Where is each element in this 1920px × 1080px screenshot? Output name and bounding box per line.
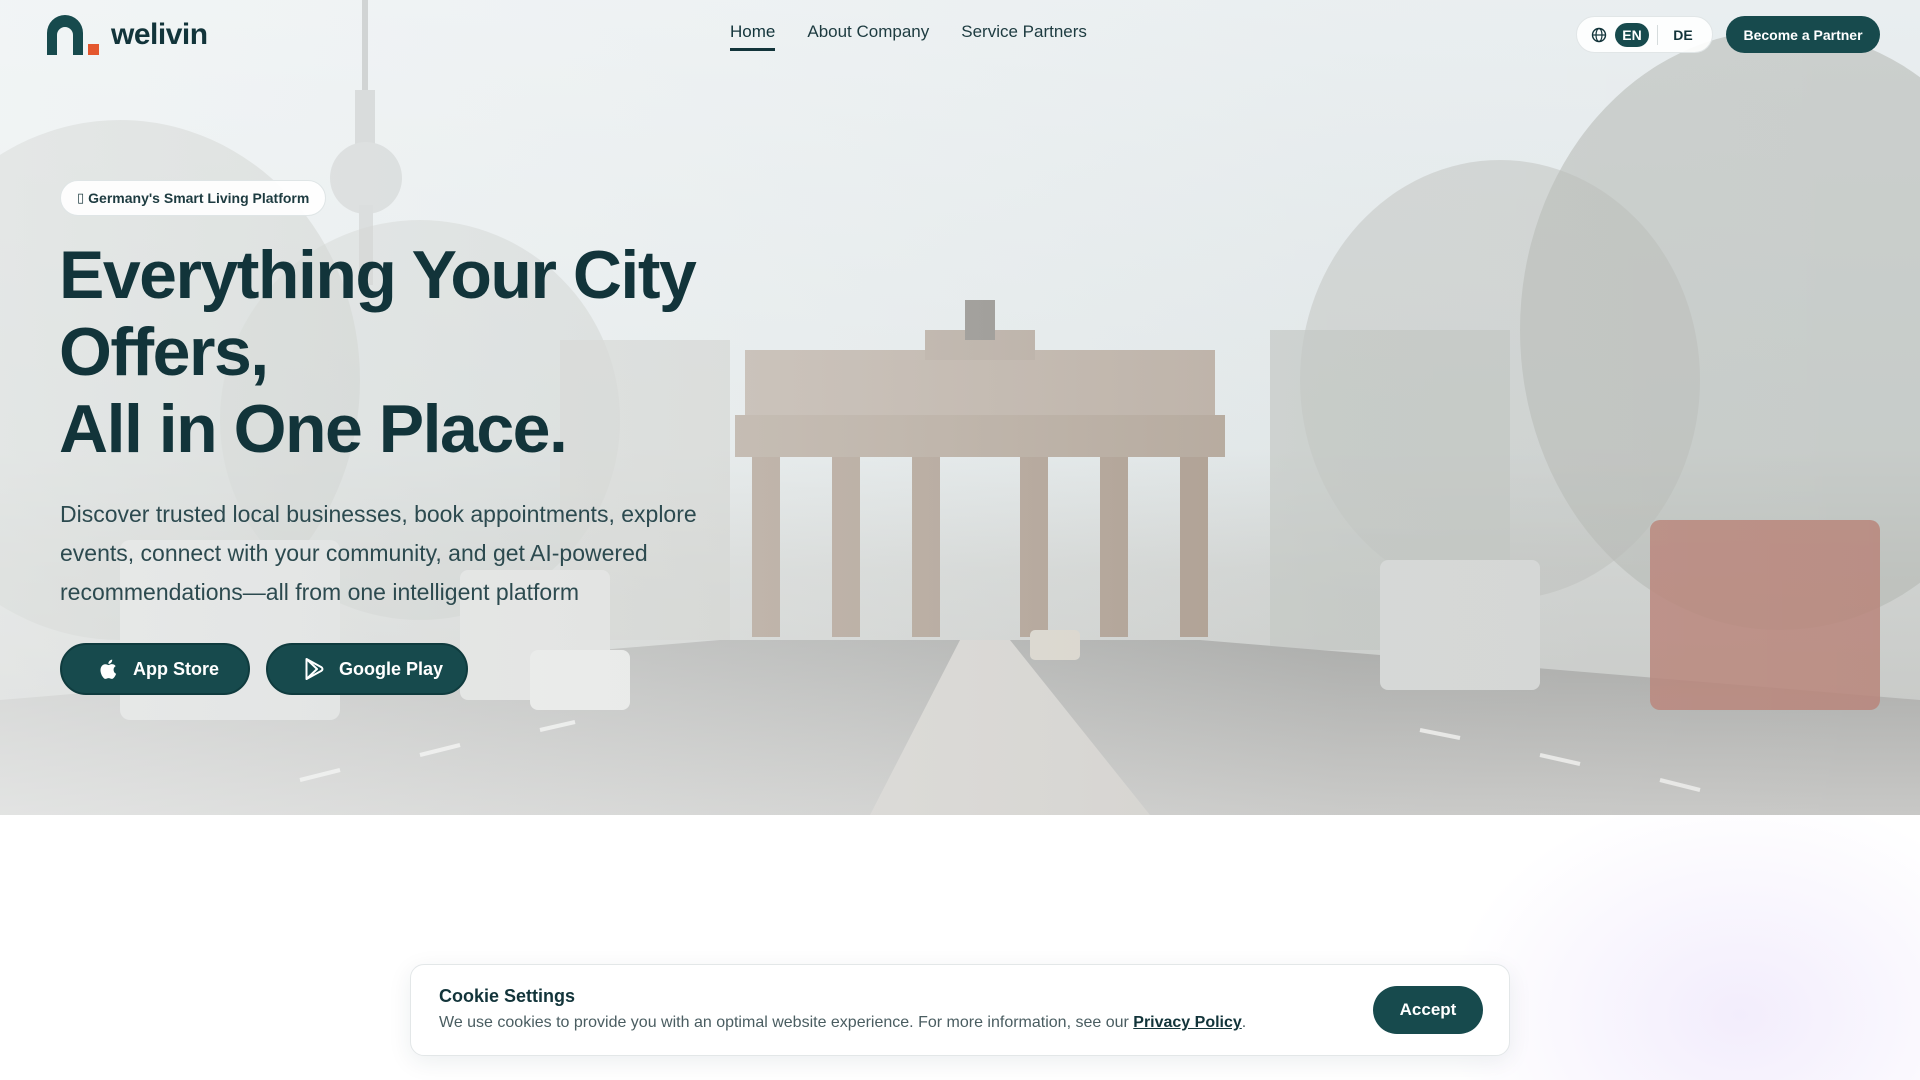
google-play-icon <box>305 658 324 680</box>
language-option-de[interactable]: DE <box>1666 23 1700 47</box>
google-play-button[interactable]: Google Play <box>266 643 468 695</box>
cookie-message-end: . <box>1241 1014 1247 1031</box>
hero-badge: ▯ Germany's Smart Living Platform <box>60 180 327 216</box>
hero-headline-line-2: Offers, <box>59 314 269 390</box>
nav-service-partners[interactable]: Service Partners <box>961 22 1087 51</box>
app-store-button[interactable]: App Store <box>60 643 250 695</box>
language-switcher: EN DE <box>1576 16 1713 53</box>
hero-headline-line-3: All in One Place. <box>59 391 568 467</box>
language-divider <box>1657 24 1658 45</box>
google-play-label: Google Play <box>339 658 444 679</box>
brand-logo[interactable]: welivin <box>47 15 208 55</box>
welivin-logo-icon <box>47 15 99 55</box>
app-store-label: App Store <box>133 658 220 679</box>
hero-headline: Everything Your City Offers, All in One … <box>59 237 779 468</box>
privacy-policy-link[interactable]: Privacy Policy <box>1133 1014 1242 1031</box>
badge-glyph-icon: ▯ <box>77 190 85 205</box>
nav-home[interactable]: Home <box>730 22 776 51</box>
become-partner-button[interactable]: Become a Partner <box>1726 16 1880 53</box>
hero-badge-text: Germany's Smart Living Platform <box>88 190 310 206</box>
cookie-accept-button[interactable]: Accept <box>1373 986 1483 1034</box>
hero-subcopy: Discover trusted local businesses, book … <box>60 501 697 605</box>
globe-icon <box>1591 27 1607 42</box>
language-option-en[interactable]: EN <box>1615 22 1649 47</box>
cookie-title: Cookie Settings <box>439 986 576 1006</box>
cookie-message-text: We use cookies to provide you with an op… <box>439 1014 1134 1031</box>
apple-icon <box>100 659 117 679</box>
cookie-message: We use cookies to provide you with an op… <box>439 1014 1246 1032</box>
cookie-banner: Cookie Settings We use cookies to provid… <box>410 964 1510 1056</box>
nav-about-company[interactable]: About Company <box>807 22 929 51</box>
brand-name: welivin <box>111 18 208 51</box>
hero-headline-line-1: Everything Your City <box>59 237 697 313</box>
main-nav: Home About Company Service Partners <box>730 22 1087 51</box>
